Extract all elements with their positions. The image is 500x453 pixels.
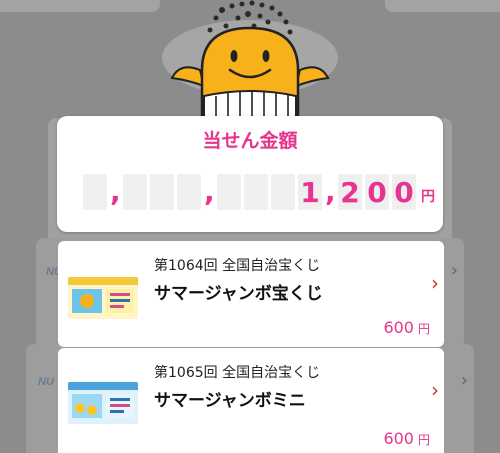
amount-separator: ,: [204, 175, 215, 208]
ticket-amount: 600 円: [383, 429, 430, 448]
ticket-name: サマージャンボ宝くじ: [154, 284, 323, 304]
background-chevron-icon: ›: [460, 370, 468, 391]
amount-digit: [271, 174, 295, 210]
ticket-amount-currency: 円: [417, 433, 430, 447]
chevron-right-icon[interactable]: ›: [424, 271, 446, 301]
ticket-image: [68, 277, 138, 319]
ticket-amount: 600 円: [383, 318, 430, 337]
background-logo: NU: [38, 376, 54, 388]
amount-digit: [150, 174, 174, 210]
amount-separator: ,: [325, 175, 336, 208]
ticket-round: 第1064回 全国自治宝くじ: [154, 258, 321, 274]
background-panel: [0, 0, 160, 12]
amount-separator: ,: [110, 175, 121, 208]
amount-digit: 1: [298, 174, 322, 210]
amount-digit: [217, 174, 241, 210]
amount-digit: 2: [338, 174, 362, 210]
amount-digit: 0: [392, 174, 416, 210]
background-chevron-icon: ›: [450, 260, 458, 281]
ticket-card[interactable]: 第1065回 全国自治宝くじ サマージャンボミニ 600 円 ›: [58, 348, 444, 453]
winnings-amount: , , 1 , 2 0 0 円: [83, 164, 435, 210]
ticket-card[interactable]: 第1064回 全国自治宝くじ サマージャンボ宝くじ 600 円 ›: [58, 241, 444, 347]
mascot-icon: [162, 0, 338, 120]
amount-currency: 円: [421, 189, 435, 205]
ticket-round: 第1065回 全国自治宝くじ: [154, 365, 321, 381]
amount-digit: [177, 174, 201, 210]
amount-digit: [244, 174, 268, 210]
winnings-title: 当せん金額: [202, 130, 298, 152]
amount-digit: 0: [365, 174, 389, 210]
amount-digit: [83, 174, 107, 210]
ticket-name: サマージャンボミニ: [154, 391, 306, 411]
ticket-amount-currency: 円: [417, 322, 430, 336]
winnings-card: 当せん金額 , , 1 , 2 0 0 円: [57, 116, 443, 232]
ticket-amount-value: 600: [383, 318, 414, 337]
amount-digit: [123, 174, 147, 210]
ticket-amount-value: 600: [383, 429, 414, 448]
chevron-right-icon[interactable]: ›: [424, 378, 446, 408]
background-panel: [385, 0, 500, 12]
ticket-image: [68, 382, 138, 424]
